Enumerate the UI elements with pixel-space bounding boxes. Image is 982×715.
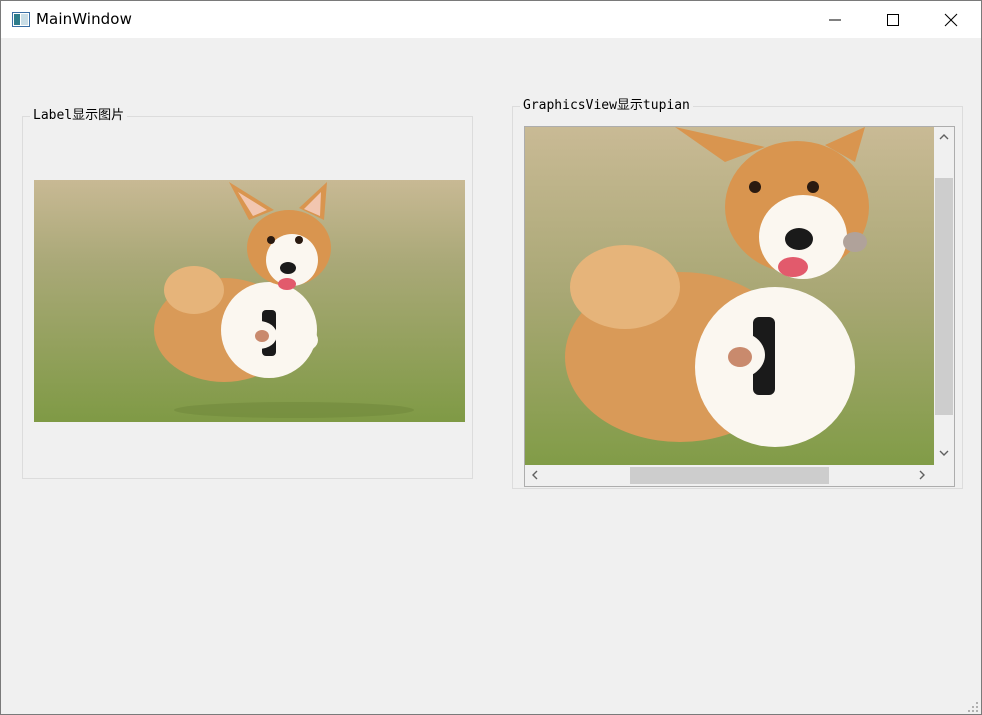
- corgi-photo: [34, 180, 465, 422]
- vertical-scroll-thumb[interactable]: [935, 178, 953, 415]
- title-bar[interactable]: MainWindow: [1, 1, 981, 38]
- graphics-view[interactable]: [524, 126, 955, 487]
- vertical-scrollbar[interactable]: [934, 127, 954, 465]
- label-image: [34, 180, 465, 422]
- maximize-button[interactable]: [864, 1, 922, 38]
- minimize-icon: [829, 19, 841, 21]
- label-group-title: Label显示图片: [30, 108, 128, 124]
- corgi-photo-zoomed: [525, 127, 934, 465]
- graphics-scene[interactable]: [525, 127, 934, 465]
- close-icon: [944, 13, 958, 27]
- scrollbar-corner: [934, 465, 954, 486]
- close-button[interactable]: [922, 1, 980, 38]
- graphicsview-group-title: GraphicsView显示tupian: [520, 98, 693, 114]
- window-title: MainWindow: [36, 10, 132, 28]
- horizontal-scroll-thumb[interactable]: [630, 467, 829, 484]
- main-window: MainWindow Label显示图片 GraphicsView显示tupia…: [0, 0, 982, 715]
- app-window-icon: [12, 12, 30, 27]
- chevron-right-icon[interactable]: [918, 470, 926, 480]
- chevron-left-icon[interactable]: [531, 470, 539, 480]
- chevron-down-icon[interactable]: [939, 449, 949, 457]
- minimize-button[interactable]: [806, 1, 864, 38]
- chevron-up-icon[interactable]: [939, 133, 949, 141]
- size-grip-icon[interactable]: [967, 701, 979, 713]
- maximize-icon: [887, 14, 899, 26]
- horizontal-scrollbar[interactable]: [525, 465, 934, 486]
